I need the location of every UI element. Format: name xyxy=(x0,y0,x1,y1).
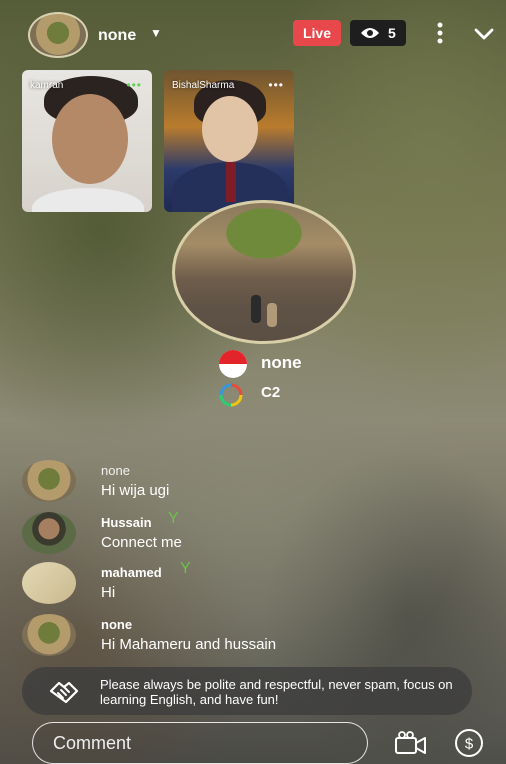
avatar[interactable] xyxy=(22,614,76,656)
host-name[interactable]: none xyxy=(98,27,136,45)
chevron-down-icon[interactable] xyxy=(472,24,496,44)
chat-text: Hi wija ugi xyxy=(101,482,170,499)
guest-name: kamran xyxy=(30,80,64,91)
top-bar: none ▼ Live 5 xyxy=(0,0,506,64)
chat-message[interactable]: mahamed Y Hi xyxy=(22,560,482,606)
avatar[interactable] xyxy=(22,460,76,502)
guest-video-card[interactable]: BishalSharma ••• xyxy=(164,70,294,212)
chat-text: Connect me xyxy=(101,534,182,551)
viewer-count: 5 xyxy=(388,25,396,41)
chat-message[interactable]: none Hi wija ugi xyxy=(22,458,482,504)
eye-icon xyxy=(361,28,379,38)
flag-icon xyxy=(219,350,247,378)
avatar[interactable] xyxy=(22,562,76,604)
viewer-count-badge[interactable]: 5 xyxy=(350,20,406,46)
guest-tie xyxy=(226,162,236,202)
chat-sender[interactable]: none xyxy=(101,463,130,478)
chat-text: Hi Mahameru and hussain xyxy=(101,636,277,653)
avatar[interactable] xyxy=(22,512,76,554)
chat-sender[interactable]: Hussain xyxy=(101,515,152,530)
guest-face xyxy=(52,94,128,184)
featured-user-name[interactable]: none xyxy=(261,353,302,373)
handshake-icon xyxy=(49,681,79,704)
featured-user-video[interactable] xyxy=(172,200,356,344)
svg-text:$: $ xyxy=(465,736,474,753)
chat-text: Hi xyxy=(101,584,116,601)
live-badge: Live xyxy=(293,20,341,46)
guest-shirt xyxy=(32,188,144,212)
sprout-icon: Y xyxy=(180,560,191,577)
sprout-icon: Y xyxy=(168,510,179,527)
guest-video-card[interactable]: kamran ••• xyxy=(22,70,152,212)
scene-figure xyxy=(267,303,277,327)
level-label: C2 xyxy=(261,384,281,401)
coin-gift-icon[interactable]: $ xyxy=(454,728,484,758)
comment-box[interactable] xyxy=(32,722,368,764)
chat-message[interactable]: Hussain Y Connect me xyxy=(22,510,482,556)
chat-sender[interactable]: none xyxy=(101,617,132,632)
chat-message[interactable]: none Hi Mahameru and hussain xyxy=(22,612,482,658)
chat-sender[interactable]: mahamed xyxy=(101,565,162,580)
guest-face xyxy=(202,96,258,162)
speaking-indicator-icon: ••• xyxy=(268,78,284,92)
video-call-icon[interactable] xyxy=(394,730,428,756)
host-avatar[interactable] xyxy=(28,12,88,58)
guest-name: BishalSharma xyxy=(172,80,235,91)
scene-figure xyxy=(251,295,261,323)
caret-down-icon[interactable]: ▼ xyxy=(150,26,162,40)
comment-input[interactable] xyxy=(51,723,355,764)
community-guidelines-notice: Please always be polite and respectful, … xyxy=(22,667,472,715)
more-options-icon[interactable] xyxy=(430,18,450,48)
notice-text: Please always be polite and respectful, … xyxy=(100,677,453,707)
level-ring-icon xyxy=(219,383,243,407)
speaking-indicator-icon: ••• xyxy=(126,78,142,92)
